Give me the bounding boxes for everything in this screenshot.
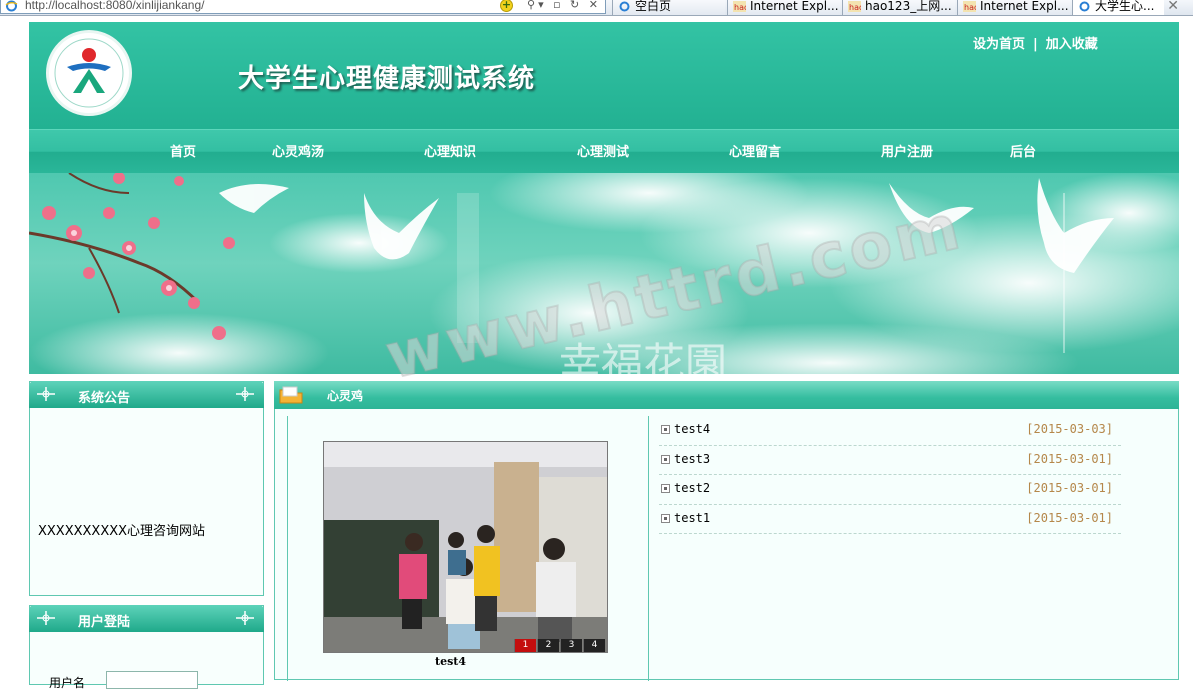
top-links: 设为首页 | 加入收藏 bbox=[973, 33, 1098, 52]
ornament-icon bbox=[37, 387, 55, 401]
banner-artwork: 幸福花園 bbox=[29, 173, 1179, 374]
divider-line bbox=[287, 416, 288, 681]
list-item[interactable]: test2 [2015-03-01] bbox=[659, 475, 1121, 505]
set-home-link[interactable]: 设为首页 bbox=[973, 37, 1025, 52]
nav-admin[interactable]: 后台 bbox=[1010, 141, 1036, 160]
notice-text: XXXXXXXXXX心理咨询网站 bbox=[38, 524, 206, 539]
slideshow-image[interactable]: 1 2 3 4 bbox=[323, 441, 608, 653]
article-date: [2015-03-01] bbox=[1026, 481, 1113, 495]
article-date: [2015-03-03] bbox=[1026, 422, 1113, 436]
svg-text:hao: hao bbox=[964, 3, 976, 12]
article-title[interactable]: test2 bbox=[674, 481, 710, 495]
bullet-icon bbox=[661, 513, 670, 523]
login-header: 用户登陆 bbox=[29, 605, 264, 632]
svg-text:hao: hao bbox=[849, 3, 861, 12]
article-title[interactable]: test1 bbox=[674, 511, 710, 525]
slide-dot-1[interactable]: 1 bbox=[514, 639, 536, 652]
nav-soul-soup[interactable]: 心灵鸡汤 bbox=[272, 141, 324, 160]
bullet-icon bbox=[661, 425, 670, 434]
list-item[interactable]: test1 [2015-03-01] bbox=[659, 505, 1121, 534]
browser-chrome: http://localhost:8080/xinlijiankang/ + ⚲… bbox=[0, 0, 1193, 16]
hao-icon: hao bbox=[733, 1, 746, 12]
tab-blank[interactable]: 空白页 bbox=[612, 0, 725, 15]
section-header: 心灵鸡 bbox=[274, 381, 1179, 409]
slide-dot-4[interactable]: 4 bbox=[583, 639, 605, 652]
list-item[interactable]: test4 [2015-03-03] bbox=[659, 416, 1121, 446]
logo-emblem bbox=[54, 38, 124, 108]
hero-banner: 幸福花園 bbox=[29, 173, 1179, 374]
main-panel: 心灵鸡 1 2 3 4 test4 test4 [2015-03-03] tes… bbox=[274, 381, 1179, 681]
article-title[interactable]: test3 bbox=[674, 452, 710, 466]
close-tab-icon[interactable]: ✕ bbox=[1167, 0, 1179, 14]
site-header: 大学生心理健康测试系统 设为首页 | 加入收藏 bbox=[29, 22, 1179, 129]
address-tools[interactable]: ⚲▾ ▫ ↻ ✕ bbox=[527, 0, 601, 11]
ie-icon bbox=[5, 0, 18, 12]
tab-ie-1[interactable]: hao Internet Expl... bbox=[727, 0, 840, 15]
ornament-icon bbox=[37, 611, 55, 625]
article-list: test4 [2015-03-03] test3 [2015-03-01] te… bbox=[659, 416, 1121, 534]
url-text[interactable]: http://localhost:8080/xinlijiankang/ bbox=[25, 0, 204, 12]
tab-hao123[interactable]: hao hao123_上网... bbox=[842, 0, 955, 15]
section-title: 心灵鸡 bbox=[327, 389, 364, 403]
slideshow-caption[interactable]: test4 bbox=[435, 655, 466, 668]
login-panel: 用户登陆 用户名 bbox=[29, 605, 264, 690]
nav-home[interactable]: 首页 bbox=[170, 141, 196, 160]
ie-icon bbox=[619, 1, 630, 12]
username-input[interactable] bbox=[106, 671, 198, 689]
column-divider bbox=[648, 416, 649, 681]
ornament-icon bbox=[236, 611, 254, 625]
list-item[interactable]: test3 [2015-03-01] bbox=[659, 446, 1121, 475]
tab-current[interactable]: 大学生心... bbox=[1072, 0, 1164, 15]
bookmark-link[interactable]: 加入收藏 bbox=[1046, 37, 1098, 52]
link-separator: | bbox=[1033, 37, 1038, 52]
nav-register[interactable]: 用户注册 bbox=[881, 141, 933, 160]
page: 大学生心理健康测试系统 设为首页 | 加入收藏 首页 心灵鸡汤 心理知识 心理测试 … bbox=[29, 22, 1179, 690]
username-label: 用户名 bbox=[49, 676, 86, 690]
nav-psych-knowledge[interactable]: 心理知识 bbox=[424, 141, 476, 160]
address-bar[interactable]: http://localhost:8080/xinlijiankang/ + ⚲… bbox=[0, 0, 606, 14]
folder-icon bbox=[279, 386, 303, 404]
hao-icon: hao bbox=[963, 1, 976, 12]
article-title[interactable]: test4 bbox=[674, 422, 710, 436]
login-title: 用户登陆 bbox=[78, 615, 131, 630]
article-date: [2015-03-01] bbox=[1026, 510, 1113, 525]
bullet-icon bbox=[661, 484, 670, 493]
main-nav: 首页 心灵鸡汤 心理知识 心理测试 心理留言 用户注册 后台 bbox=[29, 129, 1179, 173]
notice-title: 系统公告 bbox=[78, 391, 131, 406]
tab-ie-2[interactable]: hao Internet Expl... bbox=[957, 0, 1070, 15]
bullet-icon bbox=[661, 454, 670, 464]
article-date: [2015-03-01] bbox=[1026, 451, 1113, 466]
slide-dot-2[interactable]: 2 bbox=[537, 639, 559, 652]
slideshow-photo bbox=[324, 442, 607, 652]
site-logo[interactable] bbox=[46, 30, 132, 116]
nav-psych-test[interactable]: 心理测试 bbox=[577, 141, 629, 160]
compatibility-icon[interactable]: + bbox=[500, 0, 513, 12]
ie-icon bbox=[1079, 1, 1090, 12]
ornament-icon bbox=[236, 387, 254, 401]
svg-text:幸福花園: 幸福花園 bbox=[559, 339, 727, 374]
site-title: 大学生心理健康测试系统 bbox=[238, 64, 536, 94]
nav-messages[interactable]: 心理留言 bbox=[729, 141, 781, 160]
hao-icon: hao bbox=[848, 1, 861, 12]
svg-text:hao: hao bbox=[734, 3, 746, 12]
notice-header: 系统公告 bbox=[29, 381, 264, 408]
notice-panel: 系统公告 XXXXXXXXXX心理咨询网站 bbox=[29, 381, 264, 596]
slide-dot-3[interactable]: 3 bbox=[560, 639, 582, 652]
